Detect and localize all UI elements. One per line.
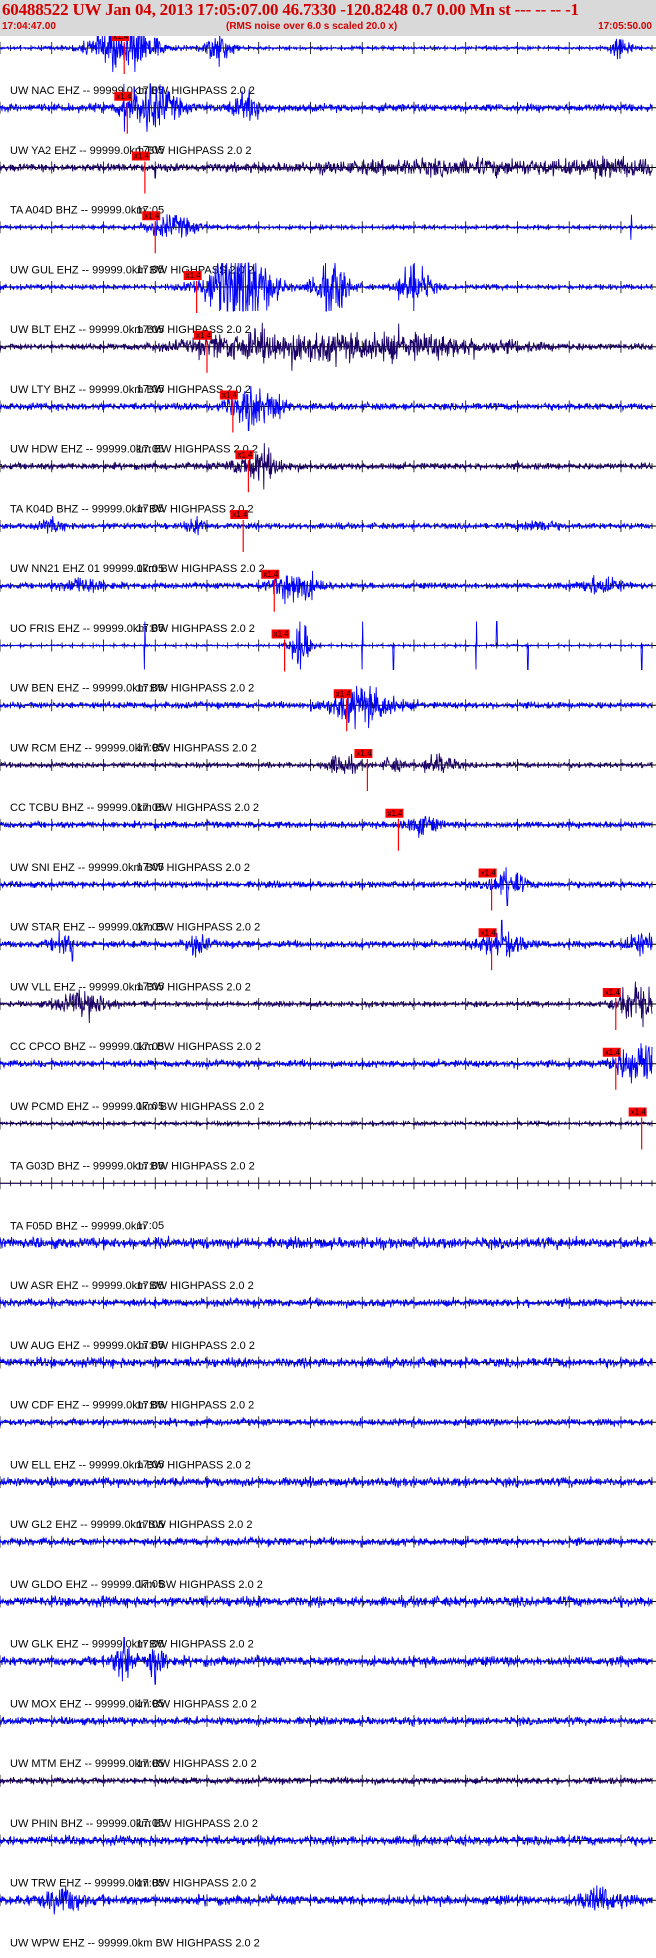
pick-label: x1.4 [336,689,352,698]
channel-label: TA G03D BHZ -- 99999.0km BW HIGHPASS 2.0… [10,1161,255,1173]
channel-label: UW MOX EHZ -- 99999.0km BW HIGHPASS 2.0 … [10,1698,257,1710]
time-marker-label: 17:05 [137,921,165,933]
pick-label: x1.4 [186,271,202,280]
channel-label: TA K04D BHZ -- 99999.0km BW HIGHPASS 2.0… [10,503,254,515]
time-marker-label: 17:05 [137,1041,165,1053]
pick-label: x1.4 [263,570,279,579]
pick-label: x1.4 [232,510,248,519]
waveform [0,1119,653,1128]
time-marker-label: 17:05 [137,1459,165,1471]
rms-note: (RMS noise over 6.0 s scaled 20.0 x) [226,21,398,32]
time-marker-label: 17:05 [137,503,165,515]
pick-label: x1.4 [605,1048,621,1057]
pick-label: x1.4 [481,928,497,937]
channel-label: UW GL2 EHZ -- 99999.0km BW HIGHPASS 2.0 … [10,1519,252,1531]
channel-label: UW PHIN BHZ -- 99999.0km BW HIGHPASS 2.0… [10,1818,258,1830]
channel-label: UW STAR EHZ -- 99999.0km BW HIGHPASS 2.0… [10,922,260,934]
pick-label: x1.4 [116,92,132,101]
channel-label: UW WPW EHZ -- 99999.0km BW HIGHPASS 2.0 … [10,1937,260,1949]
time-marker-label: 17:05 [137,443,165,455]
pick-label: x1.4 [134,152,150,161]
channel-label: UW NAC EHZ -- 99999.0km BW HIGHPASS 2.0 … [10,85,255,97]
channel-label: UW LTY BHZ -- 99999.0km BW HIGHPASS 2.0 … [10,384,251,396]
channel-label: UW ELL EHZ -- 99999.0km BW HIGHPASS 2.0 … [10,1459,251,1471]
channel-label: UW HDW EHZ -- 99999.0km BW HIGHPASS 2.0 … [10,444,258,456]
channel-label: TA F05D BHZ -- 99999.0km [10,1220,146,1232]
waveform [0,36,652,73]
channel-0: 17:05 x1.4 UW NAC EHZ -- 99999.0km BW HIGH… [0,36,656,97]
waveform [0,516,653,536]
time-marker-label: 17:05 [137,324,165,336]
channel-label: UW BLT EHZ -- 99999.0km BW HIGHPASS 2.0 … [10,324,251,336]
pick-label: x1.4 [481,869,497,878]
seismogram-plot: 17:05x1.4UW NAC EHZ -- 99999.0km BW HIGH… [0,36,656,1949]
time-marker-label: 17:05 [137,1280,165,1292]
time-marker-label: 17:05 [137,384,165,396]
time-marker-label: 17:05 [137,1638,165,1650]
time-marker-label: 17:05 [137,36,165,37]
waveform [0,570,653,605]
pick-label: x1.4 [196,331,212,340]
pick-label: x1.4 [113,36,129,41]
channel-label: UW GLK EHZ -- 99999.0km BW HIGHPASS 2.0 … [10,1639,254,1651]
time-marker-label: 17:05 [137,623,165,635]
channel-label: CC TCBU BHZ -- 99999.0km BW HIGHPASS 2.0… [10,802,259,814]
waveform [0,1476,653,1489]
time-marker-label: 17:05 [137,563,165,575]
waveform [0,1834,653,1847]
pick-label: x1.4 [387,809,403,818]
time-marker-label: 17:05 [137,1877,165,1889]
event-title: 60488522 UW Jan 04, 2013 17:05:07.00 46.… [2,0,579,19]
end-time: 17:05:50.00 [598,21,652,32]
channel-label: CC CPCO BHZ -- 99999.0km BW HIGHPASS 2.0… [10,1041,261,1053]
waveform [0,155,653,180]
time-marker-label: 17:05 [137,1579,165,1591]
channel-label: UW RCM EHZ -- 99999.0km BW HIGHPASS 2.0 … [10,742,257,754]
time-marker-label: 17:05 [137,1818,165,1830]
time-marker-label: 17:05 [137,1758,165,1770]
time-marker-label: 17:05 [137,1340,165,1352]
time-marker-label: 17:05 [137,1698,165,1710]
pick-label: x1.4 [356,749,372,758]
time-marker-label: 17:05 [137,1101,165,1113]
channel-label: UW VLL EHZ -- 99999.0km BW HIGHPASS 2.0 … [10,981,251,993]
header-bar: 60488522 UW Jan 04, 2013 17:05:07.00 46.… [0,0,656,36]
waveform [0,815,653,838]
time-marker-label: 17:05 [137,742,165,754]
channel-label: UO FRIS EHZ -- 99999.0km BW HIGHPASS 2.0… [10,623,255,635]
pick-label: x1.4 [222,391,238,400]
channel-label: UW ASR EHZ -- 99999.0km BW HIGHPASS 2.0 … [10,1280,254,1292]
channel-label: UW MTM EHZ -- 99999.0km BW HIGHPASS 2.0 … [10,1758,257,1770]
time-marker-label: 17:05 [137,682,165,694]
channel-label: UW AUG EHZ -- 99999.0km BW HIGHPASS 2.0 … [10,1340,255,1352]
time-marker-label: 17:05 [137,1220,165,1232]
channel-label: UW CDF EHZ -- 99999.0km BW HIGHPASS 2.0 … [10,1400,254,1412]
channel-label: UW YA2 EHZ -- 99999.0km BW HIGHPASS 2.0 … [10,145,251,157]
time-marker-label: 17:05 [137,802,165,814]
pick-label: x1.4 [144,211,160,220]
waveform [0,1416,653,1428]
channel-label: TA A04D BHZ -- 99999.0km [10,205,146,217]
pick-label: x1.4 [605,988,621,997]
pick-label: x1.4 [631,1108,647,1117]
time-marker-label: 17:05 [137,1160,165,1172]
channel-label: UW TRW EHZ -- 99999.0km BW HIGHPASS 2.0 … [10,1878,256,1890]
time-marker-label: 17:05 [137,1399,165,1411]
pick-label: x1.4 [237,450,253,459]
channel-label: UW BEN EHZ -- 99999.0km BW HIGHPASS 2.0 … [10,683,254,695]
time-marker-label: 17:05 [137,264,165,276]
pick-label: x1.4 [274,630,290,639]
start-time: 17:04:47.00 [2,21,56,32]
time-marker-label: 17:05 [137,1519,165,1531]
waveform [0,214,653,240]
time-marker-label: 17:05 [137,862,165,874]
channel-label: UW SNI EHZ -- 99999.0km BW HIGHPASS 2.0 … [10,862,250,874]
time-marker-label: 17:05 [137,981,165,993]
waveform [0,753,653,774]
